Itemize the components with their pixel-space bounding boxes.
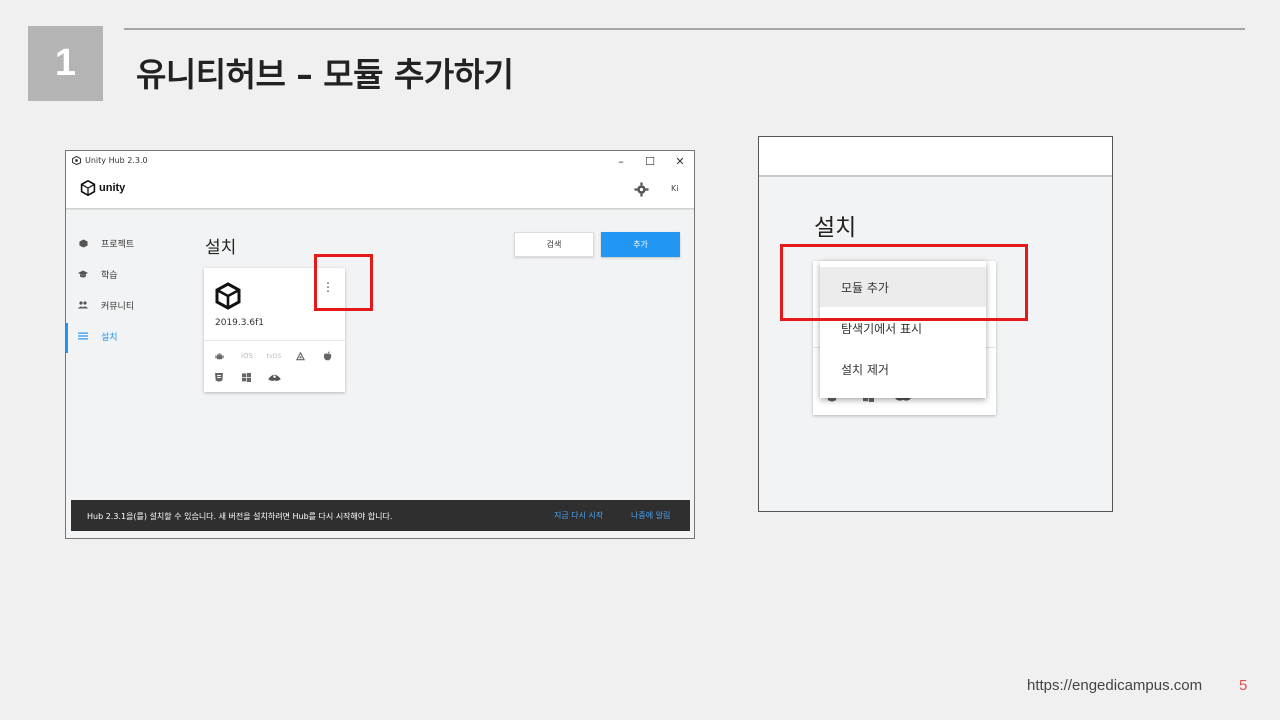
card-divider <box>204 340 345 341</box>
unity-hub-window: Unity Hub 2.3.0 – ☐ ✕ unity Ki 프로젝트 학습 커… <box>65 150 695 539</box>
slide-title: 유니티허브 – 모듈 추가하기 <box>136 55 514 94</box>
add-button[interactable]: 추가 <box>601 232 680 257</box>
footer-url: https://engedicampus.com <box>1027 677 1203 694</box>
lumin-icon <box>267 372 281 382</box>
minimize-button[interactable]: – <box>613 153 629 169</box>
windows-icon <box>240 372 252 382</box>
title-rule <box>124 28 1245 30</box>
linux-icon <box>294 351 306 361</box>
zoomed-detail: 설치 모듈 추가 탐색기에서 표시 설치 제거 <box>758 136 1113 512</box>
unity-cube-icon <box>80 180 96 196</box>
logo-text: unity <box>99 182 126 194</box>
sidebar-item-label: 커뮤니티 <box>101 301 135 312</box>
avatar[interactable]: Ki <box>671 184 678 193</box>
restart-now-link[interactable]: 지금 다시 시작 <box>554 510 603 521</box>
graduation-cap-icon <box>78 269 88 279</box>
window-titlebar: Unity Hub 2.3.0 – ☐ ✕ <box>66 151 694 171</box>
sidebar-item-label: 프로젝트 <box>101 239 135 250</box>
unity-logo: unity <box>80 180 125 196</box>
highlight-box-kebab <box>314 254 373 311</box>
update-notification: Hub 2.3.1을(를) 설치할 수 있습니다. 새 버전을 설치하려면 Hu… <box>71 500 690 531</box>
sidebar-item-installs[interactable]: 설치 <box>66 323 194 353</box>
zoom-header <box>759 137 1112 177</box>
remind-later-link[interactable]: 나중에 알림 <box>631 510 670 521</box>
page-number: 5 <box>1239 677 1248 694</box>
sidebar-item-community[interactable]: 커뮤니티 <box>66 292 194 318</box>
unity-small-icon <box>72 156 81 165</box>
highlight-box-add-modules <box>780 244 1028 321</box>
sidebar-item-label: 설치 <box>101 332 118 343</box>
cube-icon <box>78 238 88 248</box>
zoom-page-title: 설치 <box>814 215 857 241</box>
list-icon <box>78 331 88 341</box>
editor-version: 2019.3.6f1 <box>215 318 264 328</box>
gear-icon[interactable] <box>634 182 649 197</box>
ios-icon: iOS <box>241 352 253 360</box>
sidebar-item-learn[interactable]: 학습 <box>66 261 194 287</box>
apple-icon <box>321 351 333 361</box>
sidebar-item-label: 학습 <box>101 270 118 281</box>
sidebar-item-projects[interactable]: 프로젝트 <box>66 230 194 256</box>
window-title: Unity Hub 2.3.0 <box>85 156 148 165</box>
close-button[interactable]: ✕ <box>672 153 688 169</box>
menu-item-uninstall[interactable]: 설치 제거 <box>820 349 986 389</box>
search-button[interactable]: 검색 <box>514 232 594 257</box>
people-icon <box>78 300 88 310</box>
html5-icon <box>213 372 225 382</box>
update-message: Hub 2.3.1을(를) 설치할 수 있습니다. 새 버전을 설치하려면 Hu… <box>87 512 393 521</box>
app-header: unity Ki <box>66 171 694 209</box>
page-title: 설치 <box>205 238 237 258</box>
unity-logo-icon <box>215 282 241 310</box>
android-icon <box>213 351 225 361</box>
slide-number: 1 <box>28 26 103 101</box>
maximize-button[interactable]: ☐ <box>642 153 658 169</box>
tvos-icon: tvOS <box>266 352 282 360</box>
sidebar: 프로젝트 학습 커뮤니티 설치 <box>66 210 194 538</box>
